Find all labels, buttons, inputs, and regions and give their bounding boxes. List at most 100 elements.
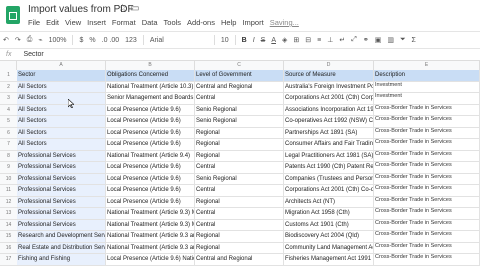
- column-header-c[interactable]: C: [195, 61, 284, 70]
- row-number[interactable]: 3: [0, 93, 18, 104]
- table-cell[interactable]: Consumer Affairs and Fair Trading: [284, 139, 374, 150]
- paint-format-icon[interactable]: ⌁: [38, 36, 42, 44]
- row-number[interactable]: 6: [0, 127, 18, 138]
- rotate-icon[interactable]: ⤢: [351, 36, 357, 44]
- row-number[interactable]: 1: [0, 70, 18, 81]
- row-number[interactable]: 12: [0, 196, 18, 207]
- table-cell[interactable]: National Treatment (Article 9.3) M: [106, 219, 195, 230]
- menu-edit[interactable]: Edit: [46, 18, 59, 27]
- table-cell[interactable]: All Sectors: [17, 139, 106, 150]
- table-cell[interactable]: Local Presence (Article 9.6) Natio: [106, 254, 195, 265]
- row-number[interactable]: 14: [0, 219, 18, 230]
- row-number[interactable]: 17: [0, 254, 18, 265]
- table-cell[interactable]: Local Presence (Article 9.6): [106, 185, 195, 196]
- table-cell[interactable]: Regional: [195, 127, 284, 138]
- table-cell[interactable]: Central: [195, 162, 284, 173]
- table-cell[interactable]: Companies (Trustees and Persona: [284, 173, 374, 184]
- table-cell[interactable]: Cross-Border Trade in Services: [374, 208, 480, 219]
- table-cell[interactable]: Professional Services: [17, 185, 106, 196]
- table-cell[interactable]: Regional: [195, 231, 284, 242]
- borders-icon[interactable]: ⊞: [293, 36, 299, 44]
- table-cell[interactable]: Local Presence (Article 9.6): [106, 104, 195, 115]
- fill-color-icon[interactable]: ◈: [282, 36, 287, 44]
- table-cell[interactable]: National Treatment (Article 9.3 ar: [106, 231, 195, 242]
- table-cell[interactable]: Customs Act 1901 (Cth): [284, 219, 374, 230]
- table-cell[interactable]: Central: [195, 93, 284, 104]
- functions-icon[interactable]: Σ: [412, 37, 416, 44]
- table-cell[interactable]: All Sectors: [17, 81, 106, 92]
- table-cell[interactable]: Australia's Foreign Investment Pol: [284, 81, 374, 92]
- print-icon[interactable]: ⎙: [27, 36, 33, 44]
- folder-icon[interactable]: ▭: [130, 3, 139, 14]
- column-header-d[interactable]: D: [284, 61, 374, 70]
- table-cell[interactable]: National Treatment (Article 9.4): [106, 150, 195, 161]
- table-cell[interactable]: Local Presence (Article 9.6): [106, 139, 195, 150]
- table-cell[interactable]: Fisheries Management Act 1991: [284, 254, 374, 265]
- wrap-icon[interactable]: ↵: [339, 36, 345, 44]
- table-cell[interactable]: National Treatment (Article 10.3): [106, 81, 195, 92]
- row-number[interactable]: 5: [0, 116, 18, 127]
- select-all-corner[interactable]: [0, 61, 17, 70]
- row-number[interactable]: 4: [0, 104, 18, 115]
- number-format-select[interactable]: 123: [125, 37, 137, 44]
- table-cell[interactable]: Research and Development Servic: [17, 231, 106, 242]
- table-cell[interactable]: Biodiscovery Act 2004 (Qld): [284, 231, 374, 242]
- table-cell[interactable]: Professional Services: [17, 150, 106, 161]
- sheets-logo-icon[interactable]: [6, 6, 20, 24]
- percent-button[interactable]: %: [89, 37, 95, 44]
- table-cell[interactable]: Professional Services: [17, 173, 106, 184]
- row-number[interactable]: 7: [0, 139, 18, 150]
- table-cell[interactable]: Cross-Border Trade in Services: [374, 231, 480, 242]
- table-cell[interactable]: Cross-Border Trade in Services: [374, 162, 480, 173]
- row-number[interactable]: 15: [0, 231, 18, 242]
- link-icon[interactable]: ⚭: [363, 36, 369, 44]
- column-header-a[interactable]: A: [17, 61, 106, 70]
- formula-input[interactable]: Sector: [23, 51, 43, 58]
- row-number[interactable]: 10: [0, 173, 18, 184]
- table-cell[interactable]: Legal Practitioners Act 1981 (SA): [284, 150, 374, 161]
- table-cell[interactable]: Regional: [195, 150, 284, 161]
- text-color-button[interactable]: A: [271, 37, 276, 44]
- table-cell[interactable]: Cross-Border Trade in Services: [374, 254, 480, 265]
- zoom-select[interactable]: 100%: [49, 37, 67, 44]
- font-size-select[interactable]: 10: [221, 37, 229, 44]
- menu-view[interactable]: View: [65, 18, 81, 27]
- table-cell[interactable]: Fishing and Fishing: [17, 254, 106, 265]
- table-cell[interactable]: Migration Act 1958 (Cth): [284, 208, 374, 219]
- table-cell[interactable]: National Treatment (Article 9.3) M: [106, 208, 195, 219]
- strikethrough-button[interactable]: S: [261, 37, 266, 44]
- comment-icon[interactable]: ▣: [375, 36, 382, 44]
- row-number[interactable]: 11: [0, 185, 18, 196]
- table-cell[interactable]: Cross-Border Trade in Services: [374, 173, 480, 184]
- table-cell[interactable]: National Treatment (Article 9.3 ar: [106, 242, 195, 253]
- table-cell[interactable]: Co-operatives Act 1992 (NSW) Co: [284, 116, 374, 127]
- column-header-e[interactable]: E: [374, 61, 480, 70]
- table-cell[interactable]: Cross-Border Trade in Services: [374, 185, 480, 196]
- menu-insert[interactable]: Insert: [87, 18, 106, 27]
- menu-import[interactable]: Import: [242, 18, 263, 27]
- table-cell[interactable]: Regional: [195, 196, 284, 207]
- menu-data[interactable]: Data: [142, 18, 158, 27]
- table-cell[interactable]: Cross-Border Trade in Services: [374, 104, 480, 115]
- table-cell[interactable]: Senio Regional: [195, 104, 284, 115]
- align-icon[interactable]: ≡: [317, 37, 321, 44]
- row-number[interactable]: 2: [0, 81, 18, 92]
- table-cell[interactable]: Professional Services: [17, 196, 106, 207]
- table-cell[interactable]: Local Presence (Article 9.6): [106, 127, 195, 138]
- table-cell[interactable]: Senio Regional: [195, 116, 284, 127]
- table-cell[interactable]: Cross-Border Trade in Services: [374, 139, 480, 150]
- italic-button[interactable]: I: [253, 37, 255, 44]
- table-cell[interactable]: Associations Incorporation Act 1981: [284, 104, 374, 115]
- table-cell[interactable]: Local Presence (Article 9.6): [106, 173, 195, 184]
- table-cell[interactable]: Investment: [374, 93, 480, 104]
- table-cell[interactable]: Real Estate and Distribution Servic: [17, 242, 106, 253]
- table-cell[interactable]: Central and Regional: [195, 254, 284, 265]
- undo-icon[interactable]: ↶: [3, 36, 9, 44]
- header-cell[interactable]: Source of Measure: [284, 70, 374, 81]
- header-cell[interactable]: Level of Government: [195, 70, 284, 81]
- table-cell[interactable]: Regional: [195, 242, 284, 253]
- row-number[interactable]: 9: [0, 162, 18, 173]
- menu-file[interactable]: File: [28, 18, 40, 27]
- table-cell[interactable]: Senior Management and Boards o: [106, 93, 195, 104]
- menu-addons[interactable]: Add-ons: [187, 18, 215, 27]
